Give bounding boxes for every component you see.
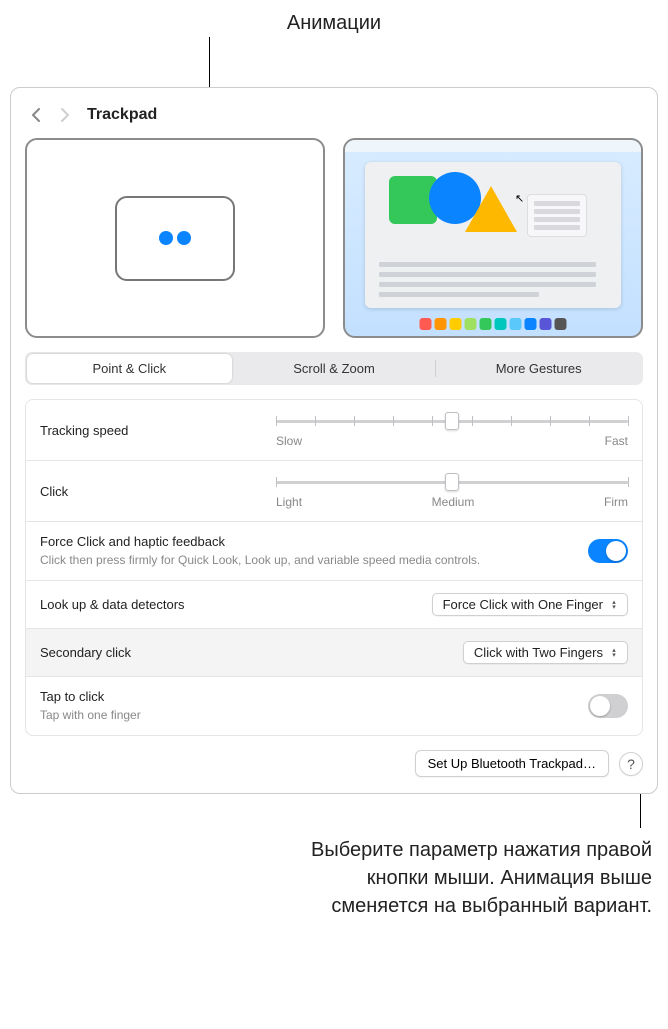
tap-to-click-sub: Tap with one finger — [40, 707, 572, 723]
slider-label-slow: Slow — [276, 434, 302, 448]
preview-text-lines — [379, 262, 607, 297]
lookup-popup[interactable]: Force Click with One Finger ▴▾ — [432, 593, 628, 616]
triangle-icon — [465, 186, 517, 232]
tab-scroll-zoom[interactable]: Scroll & Zoom — [232, 354, 437, 383]
row-lookup: Look up & data detectors Force Click wit… — [26, 581, 642, 629]
callout-line-top — [209, 37, 210, 87]
setup-bluetooth-button[interactable]: Set Up Bluetooth Trackpad… — [415, 750, 609, 777]
finger-dot-icon — [177, 231, 191, 245]
chevron-updown-icon: ▴▾ — [607, 648, 621, 658]
tab-more-gestures[interactable]: More Gestures — [436, 354, 641, 383]
slider-label-firm: Firm — [604, 495, 628, 509]
trackpad-animation — [25, 138, 325, 338]
preview-row: ↖ — [25, 138, 643, 338]
annotation-bottom: Выберите параметр нажатия правой кнопки … — [0, 788, 668, 940]
secondary-click-label: Secondary click — [40, 645, 447, 660]
preview-shapes: ↖ — [379, 172, 607, 252]
force-click-toggle[interactable] — [588, 539, 628, 563]
row-tracking-speed: Tracking speed Slow Fast — [26, 400, 642, 461]
slider-label-light: Light — [276, 495, 302, 509]
tab-bar: Point & Click Scroll & Zoom More Gesture… — [25, 352, 643, 385]
row-secondary-click: Secondary click Click with Two Fingers ▴… — [26, 629, 642, 677]
row-force-click: Force Click and haptic feedback Click th… — [26, 522, 642, 581]
force-click-label: Force Click and haptic feedback — [40, 534, 572, 549]
chevron-updown-icon: ▴▾ — [607, 600, 621, 610]
slider-label-medium: Medium — [432, 495, 475, 509]
trackpad-settings-window: Trackpad ↖ Point & Cl — [10, 87, 658, 794]
click-slider[interactable] — [276, 473, 628, 491]
page-title: Trackpad — [87, 106, 157, 124]
tap-to-click-toggle[interactable] — [588, 694, 628, 718]
help-button[interactable]: ? — [619, 752, 643, 776]
preview-dock — [420, 318, 567, 330]
screen-animation: ↖ — [343, 138, 643, 338]
titlebar: Trackpad — [25, 100, 643, 138]
row-click: Click Light Medium Firm — [26, 461, 642, 522]
secondary-click-popup[interactable]: Click with Two Fingers ▴▾ — [463, 641, 628, 664]
preview-menubar — [345, 140, 641, 152]
back-button[interactable] — [25, 104, 47, 126]
secondary-click-value: Click with Two Fingers — [474, 645, 603, 660]
finger-dot-icon — [159, 231, 173, 245]
trackpad-shape — [115, 196, 235, 281]
tracking-speed-label: Tracking speed — [40, 423, 260, 438]
click-label: Click — [40, 484, 260, 499]
tab-point-click[interactable]: Point & Click — [27, 354, 232, 383]
row-tap-to-click: Tap to click Tap with one finger — [26, 677, 642, 735]
annotation-top: Анимации — [0, 0, 668, 37]
lookup-label: Look up & data detectors — [40, 597, 416, 612]
settings-list: Tracking speed Slow Fast Click Light — [25, 399, 643, 736]
forward-button[interactable] — [53, 104, 75, 126]
lookup-value: Force Click with One Finger — [443, 597, 603, 612]
slider-label-fast: Fast — [605, 434, 628, 448]
force-click-sub: Click then press firmly for Quick Look, … — [40, 552, 572, 568]
preview-window: ↖ — [365, 162, 621, 308]
cursor-icon: ↖ — [515, 192, 524, 205]
preview-context-menu — [527, 194, 587, 237]
tap-to-click-label: Tap to click — [40, 689, 572, 704]
footer-row: Set Up Bluetooth Trackpad… ? — [25, 750, 643, 777]
tracking-speed-slider[interactable] — [276, 412, 628, 430]
